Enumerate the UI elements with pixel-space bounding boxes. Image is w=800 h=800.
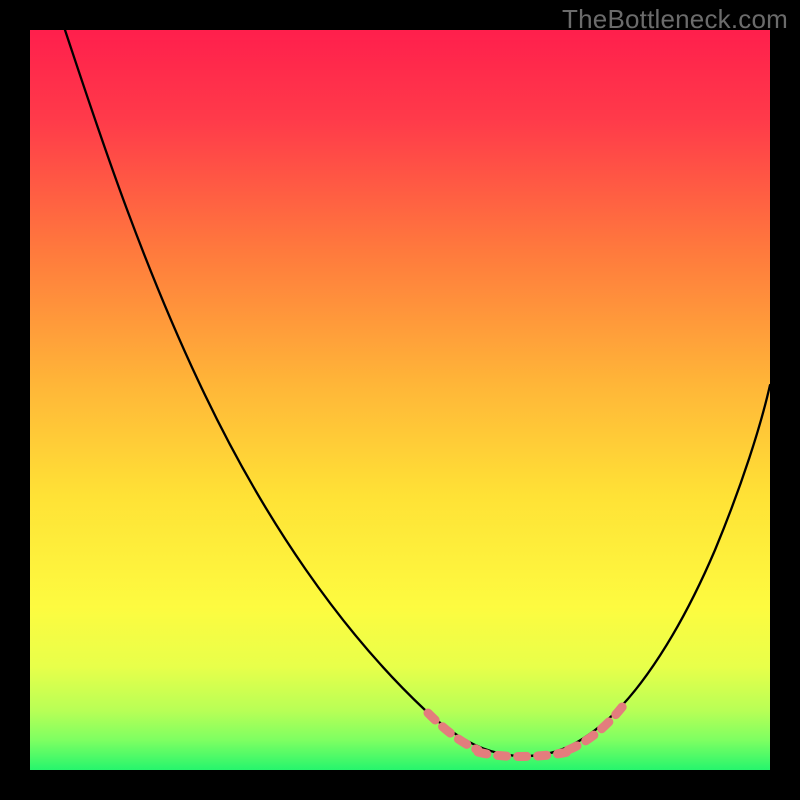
chart-container: TheBottleneck.com: [0, 0, 800, 800]
watermark-text: TheBottleneck.com: [562, 4, 788, 35]
plot-area: [30, 30, 770, 770]
chart-svg: [30, 30, 770, 770]
